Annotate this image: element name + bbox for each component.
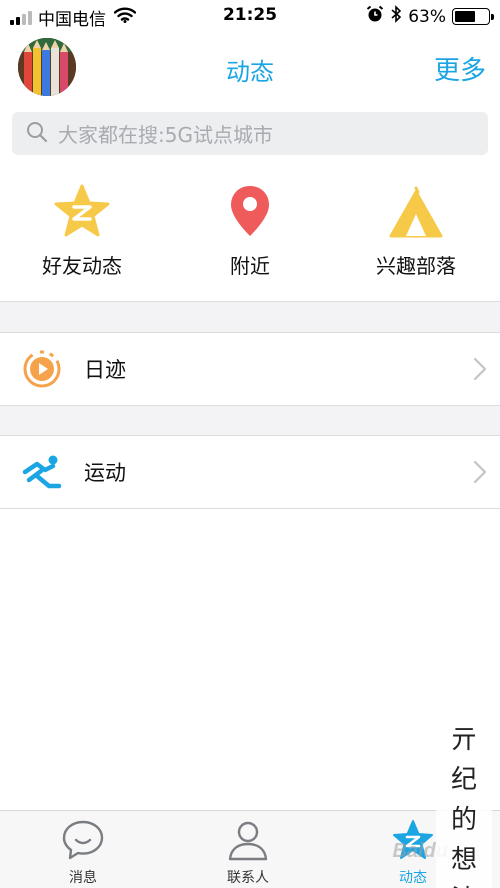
play-circle-icon [0, 350, 84, 388]
status-bar: 中国电信 21:25 63% [0, 0, 500, 34]
list-item-sport[interactable]: 运动 [0, 436, 500, 508]
friends-feed-label: 好友动态 [42, 254, 122, 278]
interest-tribe-entry[interactable]: 兴趣部落 [336, 180, 496, 279]
friends-feed-entry[interactable]: 好友动态 [2, 180, 162, 279]
list-item-rijì[interactable]: 日迹 [0, 333, 500, 405]
battery-icon [452, 8, 494, 25]
nearby-entry[interactable]: 附近 [170, 180, 330, 279]
header: 动态 更多 [0, 36, 500, 98]
section-gap [0, 302, 500, 332]
qzone-star-icon [2, 180, 162, 238]
interest-tribe-label: 兴趣部落 [376, 254, 456, 278]
chevron-right-icon [460, 357, 500, 381]
search-input[interactable]: 大家都在搜:5G试点城市 [58, 119, 273, 148]
search-icon [26, 121, 48, 147]
list-item-label: 日迹 [84, 358, 126, 382]
watermark-chars: 亓纪的想法 [450, 725, 477, 888]
chevron-right-icon [460, 460, 500, 484]
quick-entries: 好友动态 附近 兴趣部落 [0, 180, 500, 280]
battery-percent: 63% [408, 6, 446, 27]
section-gap [0, 406, 500, 435]
watermark-text: 亓纪的想法 [436, 712, 492, 888]
contacts-icon [188, 819, 308, 865]
page-title: 动态 [226, 58, 274, 86]
tent-icon [336, 180, 496, 238]
nearby-label: 附近 [230, 254, 270, 278]
search-bar[interactable]: 大家都在搜:5G试点城市 [12, 112, 488, 155]
more-button[interactable]: 更多 [434, 50, 486, 87]
tab-contacts-label: 联系人 [227, 870, 269, 886]
location-pin-icon [170, 180, 330, 238]
bluetooth-icon [390, 5, 402, 28]
divider [0, 508, 500, 509]
tab-messages[interactable]: 消息 [23, 819, 143, 887]
tab-contacts[interactable]: 联系人 [188, 819, 308, 887]
tab-messages-label: 消息 [69, 870, 97, 886]
running-icon [0, 454, 84, 490]
chat-bubble-icon [23, 819, 143, 865]
alarm-icon [366, 5, 384, 28]
list-item-label: 运动 [84, 461, 126, 485]
